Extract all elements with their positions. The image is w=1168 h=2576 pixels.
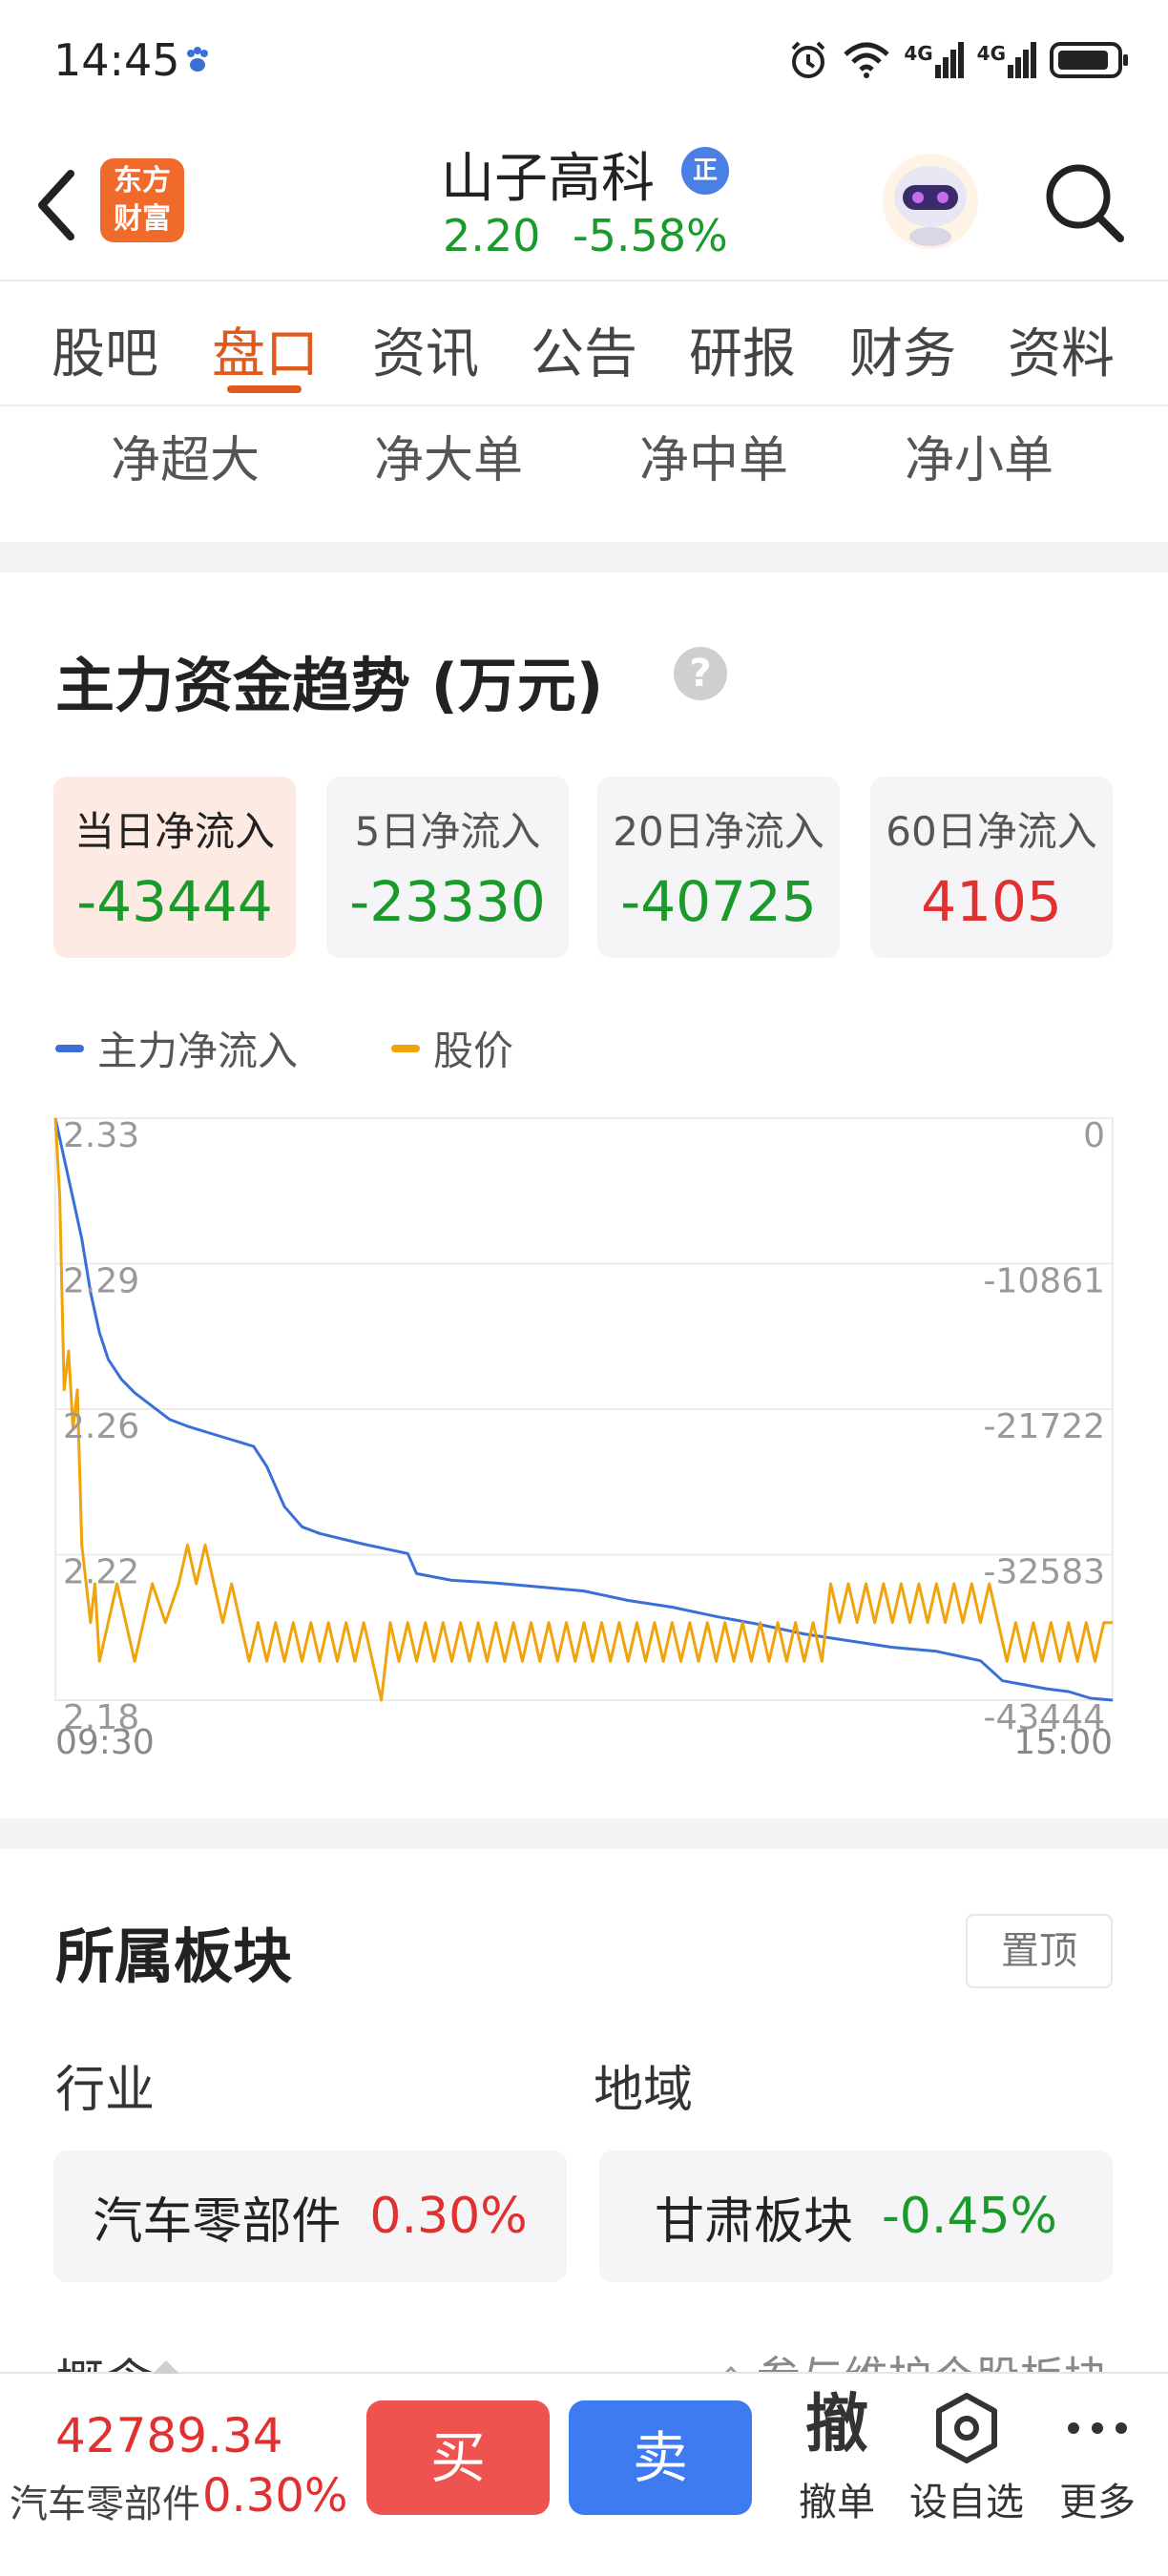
- app-logo[interactable]: 东方 财富: [100, 158, 184, 242]
- tab-guba[interactable]: 股吧: [52, 311, 158, 388]
- alarm-icon: [791, 41, 825, 78]
- y-right-tick-label: -21722: [983, 1407, 1105, 1446]
- region-label: 地域: [594, 2062, 694, 2119]
- y-right-tick-label: -10861: [983, 1262, 1105, 1301]
- main-tabs: 股吧 盘口 资讯 公告 研报 财务 资料: [0, 282, 1168, 406]
- sell-button[interactable]: 卖: [569, 2400, 752, 2515]
- order-size-subtabs: 净超大 净大单 净中单 净小单: [0, 410, 1168, 534]
- legend-label: 股价: [433, 1028, 514, 1074]
- y-left-tick-label: 2.29: [63, 1262, 139, 1301]
- stock-change: -5.58%: [573, 210, 728, 261]
- collapse-caret-icon[interactable]: [153, 2360, 179, 2374]
- card-value: -43444: [76, 869, 273, 934]
- subtab-small[interactable]: 净小单: [905, 420, 1053, 491]
- section-divider: [0, 1818, 1168, 1849]
- y-right-tick-label: 0: [1083, 1116, 1105, 1155]
- legend-main-inflow[interactable]: 主力净流入: [55, 1019, 298, 1077]
- y-left-tick-label: 2.33: [63, 1116, 139, 1155]
- fund-trend-title: 主力资金趋势 (万元): [55, 651, 604, 720]
- card-60day-net-inflow[interactable]: 60日净流入 4105: [870, 777, 1113, 958]
- sector-name: 汽车零部件: [10, 2483, 200, 2526]
- add-watchlist-button[interactable]: 设自选: [905, 2383, 1029, 2526]
- search-icon[interactable]: [1038, 156, 1130, 248]
- status-time: 14:45: [53, 34, 180, 86]
- card-20day-net-inflow[interactable]: 20日净流入 -40725: [597, 777, 840, 958]
- subtab-medium[interactable]: 净中单: [639, 420, 788, 491]
- back-button[interactable]: [29, 162, 86, 248]
- x-tick-label: 09:30: [55, 1723, 155, 1762]
- battery-icon: [1050, 42, 1128, 78]
- pin-top-button[interactable]: 置顶: [966, 1914, 1113, 1988]
- more-dots-icon: [1050, 2383, 1145, 2465]
- app-logo-text: 东方 财富: [114, 164, 171, 236]
- region-board-card[interactable]: 甘肃板块 -0.45%: [599, 2150, 1113, 2282]
- cancel-order-label: 撤单: [799, 2481, 875, 2524]
- network-type-label: 4G: [976, 42, 1006, 65]
- subtab-super-large[interactable]: 净超大: [111, 420, 260, 491]
- help-icon[interactable]: ?: [674, 647, 727, 700]
- subtab-large[interactable]: 净大单: [374, 420, 523, 491]
- tab-research[interactable]: 研报: [689, 311, 796, 388]
- legend-stock-price[interactable]: 股价: [391, 1019, 513, 1077]
- wifi-icon: [844, 42, 889, 78]
- card-label: 60日净流入: [886, 808, 1097, 855]
- industry-board-card[interactable]: 汽车零部件 0.30%: [53, 2150, 567, 2282]
- tab-finance[interactable]: 财务: [849, 311, 956, 388]
- signal-icon: 4G: [977, 42, 1036, 78]
- region-name: 甘肃板块: [655, 2192, 854, 2251]
- y-left-tick-label: 2.22: [63, 1553, 139, 1592]
- buy-button[interactable]: 买: [366, 2400, 550, 2515]
- tab-news[interactable]: 资讯: [372, 311, 479, 388]
- signal-icon: 4G: [904, 42, 964, 78]
- network-type-label: 4G: [904, 42, 933, 65]
- more-button[interactable]: 更多: [1050, 2383, 1145, 2526]
- card-label: 5日净流入: [354, 808, 541, 855]
- paw-icon: [187, 47, 208, 72]
- sector-index-value: 42789.34: [55, 2408, 283, 2463]
- industry-name: 汽车零部件: [93, 2192, 342, 2251]
- card-value: -40725: [620, 869, 817, 934]
- card-label: 20日净流入: [613, 808, 824, 855]
- x-tick-label: 15:00: [1013, 1723, 1113, 1762]
- card-today-net-inflow[interactable]: 当日净流入 -43444: [53, 777, 296, 958]
- status-icons: 4G 4G: [787, 36, 1130, 84]
- sector-title: 所属板块: [55, 1922, 293, 1991]
- legend-swatch: [55, 1044, 84, 1052]
- card-value: -23330: [349, 869, 546, 934]
- legend-swatch: [391, 1044, 420, 1052]
- hexagon-icon: [905, 2383, 1029, 2465]
- region-pct: -0.45%: [882, 2188, 1057, 2245]
- card-value: 4105: [921, 869, 1062, 934]
- stock-price: 2.20: [443, 210, 541, 261]
- industry-pct: 0.30%: [369, 2188, 528, 2245]
- legend-label: 主力净流入: [97, 1028, 299, 1074]
- y-right-tick-label: -32583: [983, 1553, 1105, 1592]
- stock-header: 东方 财富 山子高科 正 2.20 -5.58%: [0, 124, 1168, 281]
- fund-trend-chart[interactable]: 2.33 02.29 -108612.26 -217222.22 -325832.18-…: [53, 1116, 1115, 1765]
- more-label: 更多: [1059, 2481, 1136, 2524]
- card-5day-net-inflow[interactable]: 5日净流入 -23330: [326, 777, 569, 958]
- tab-pankou[interactable]: 盘口: [212, 311, 319, 388]
- cancel-order-icon: 撤: [805, 2387, 868, 2461]
- robot-assistant-icon[interactable]: [878, 149, 983, 254]
- sector-pct: 0.30%: [202, 2469, 348, 2523]
- card-label: 当日净流入: [73, 808, 275, 855]
- y-left-tick-label: 2.26: [63, 1407, 139, 1446]
- status-bar: 14:45 4G 4G: [0, 0, 1168, 124]
- bottom-trade-bar: 42789.34 汽车零部件 0.30% 买 卖 撤 撤单 设自选 更多: [0, 2360, 1168, 2576]
- add-watchlist-label: 设自选: [909, 2481, 1024, 2524]
- active-tab-indicator: [227, 385, 302, 393]
- cancel-order-button[interactable]: 撤 撤单: [784, 2383, 889, 2526]
- industry-label: 行业: [55, 2062, 156, 2119]
- tab-profile[interactable]: 资料: [1008, 311, 1115, 388]
- tab-announcements[interactable]: 公告: [531, 311, 637, 388]
- verified-badge: 正: [681, 147, 729, 195]
- stock-name: 山子高科: [441, 148, 655, 210]
- section-divider: [0, 542, 1168, 572]
